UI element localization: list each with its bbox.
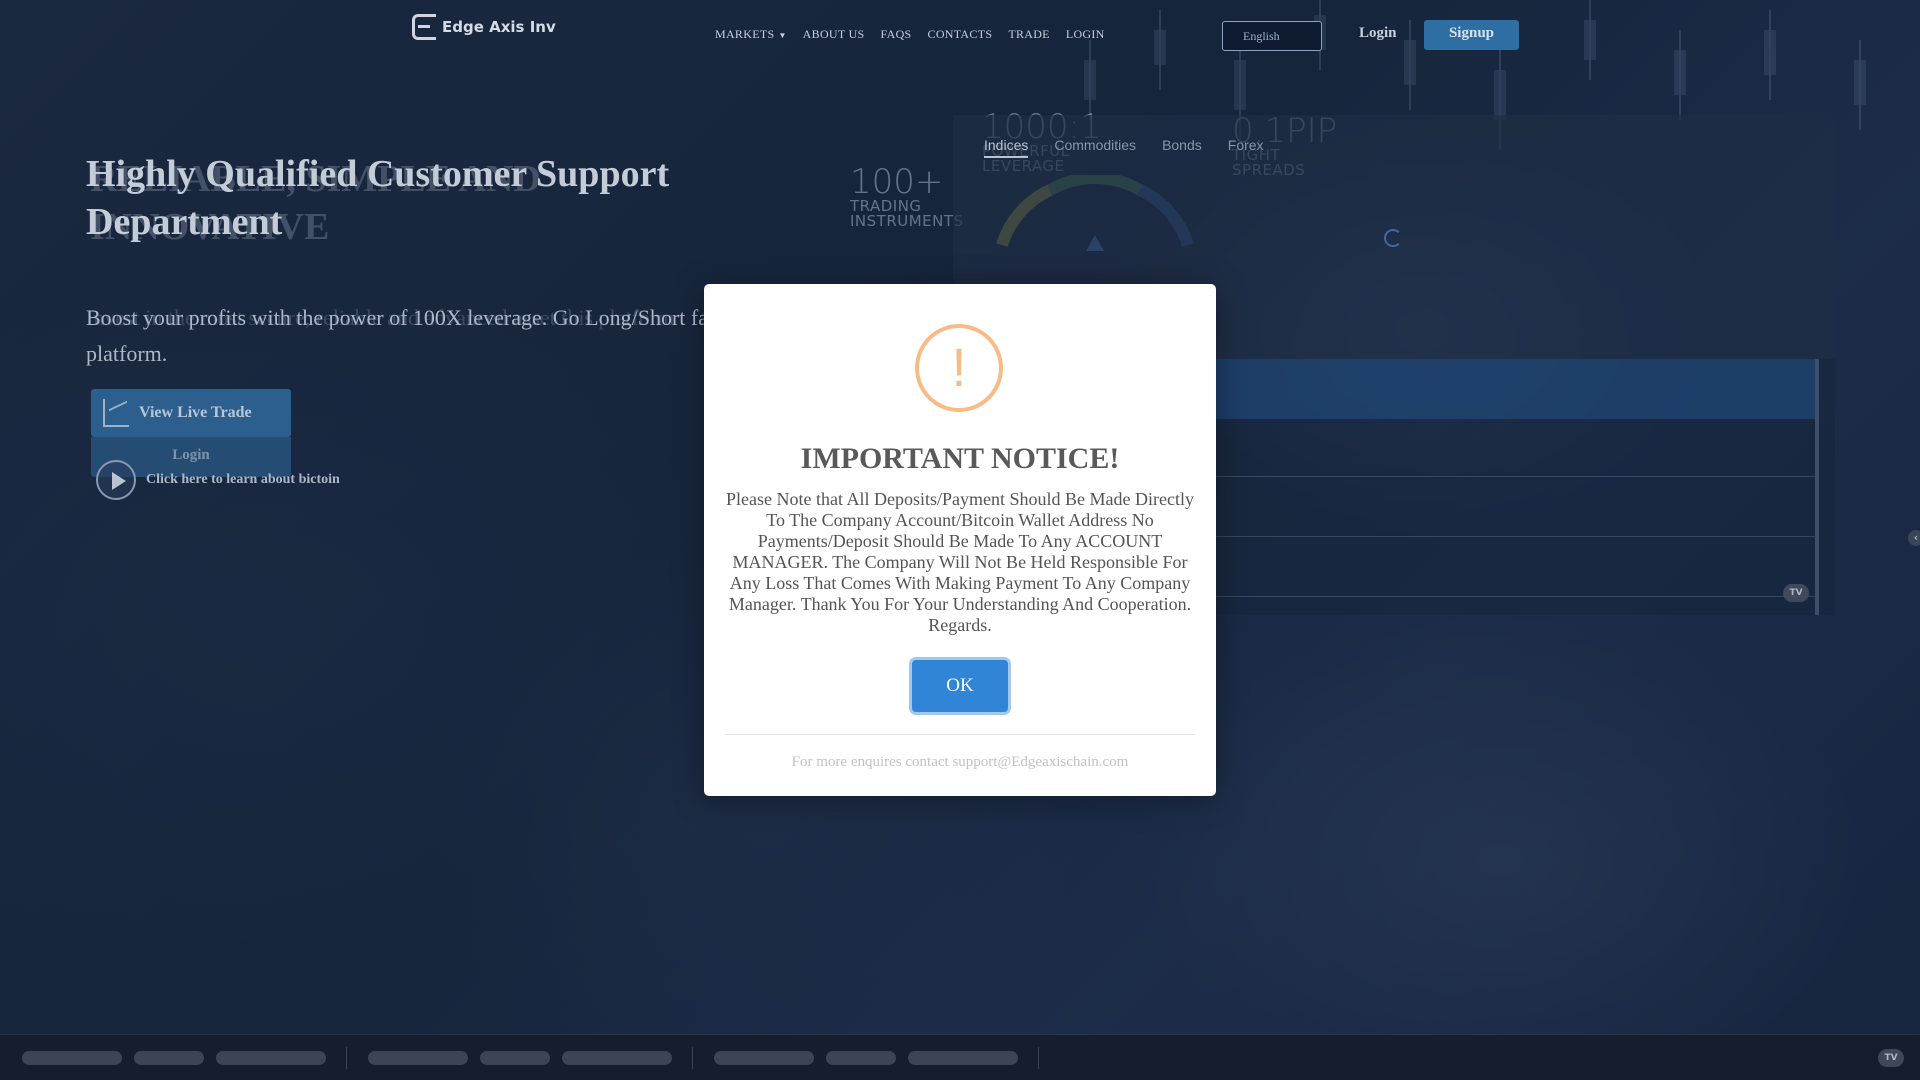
ticker-placeholder xyxy=(908,1051,1018,1065)
widget-scrollbar[interactable] xyxy=(1815,359,1819,615)
nav-link-login[interactable]: LOGIN xyxy=(1066,27,1105,42)
ticker-placeholder xyxy=(368,1051,468,1065)
ticker-separator xyxy=(346,1047,347,1069)
play-icon xyxy=(96,460,136,500)
ticker-tape-widget: TV xyxy=(0,1034,1920,1080)
logo-icon xyxy=(412,14,436,40)
learn-bitcoin-label: Click here to learn about bictoin xyxy=(146,472,340,487)
loading-spinner-icon xyxy=(1384,229,1402,247)
side-panel-toggle-icon[interactable]: ‹ xyxy=(1908,530,1920,546)
tradingview-logo-icon[interactable]: TV xyxy=(1783,584,1809,602)
dialog-footer-contact: For more enquires contact support@Edgeax… xyxy=(791,754,1129,770)
dialog-title: IMPORTANT NOTICE! xyxy=(800,442,1120,475)
ticker-separator xyxy=(692,1047,693,1069)
chevron-down-icon: ▼ xyxy=(778,31,787,40)
nav-link-faqs[interactable]: FAQS xyxy=(881,27,912,42)
dialog-message: Please Note that All Deposits/Payment Sh… xyxy=(726,489,1194,635)
nav-link-trade[interactable]: TRADE xyxy=(1008,27,1050,42)
ticker-placeholder xyxy=(216,1051,326,1065)
tab-bonds[interactable]: Bonds xyxy=(1162,137,1202,158)
nav-link-contacts[interactable]: CONTACTS xyxy=(928,27,993,42)
important-notice-dialog: ! IMPORTANT NOTICE! Please Note that All… xyxy=(704,284,1216,796)
tab-forex[interactable]: Forex xyxy=(1228,137,1264,158)
tab-indices[interactable]: Indices xyxy=(984,137,1029,158)
header-login-link[interactable]: Login xyxy=(1359,25,1397,42)
view-live-trade-label: View Live Trade xyxy=(139,404,252,421)
nav-links: MARKETS ▼ ABOUT US FAQS CONTACTS TRADE LO… xyxy=(715,27,1105,42)
widget-tabs: Indices Commodities Bonds Forex xyxy=(984,137,1264,158)
hero-title: Highly Qualified Customer Support Depart… xyxy=(86,153,670,243)
stat-trading-instruments: 100+ TRADING INSTRUMENTS xyxy=(850,165,964,229)
brand-logo[interactable]: Edge Axis Inv xyxy=(412,14,556,40)
ticker-placeholder xyxy=(826,1051,896,1065)
stat-instruments-value: 100+ xyxy=(850,162,944,202)
ticker-separator xyxy=(1038,1047,1039,1069)
top-navbar: Edge Axis Inv MARKETS ▼ ABOUT US FAQS CON… xyxy=(0,0,1920,70)
dialog-divider xyxy=(725,734,1195,735)
ok-button[interactable]: OK xyxy=(912,660,1008,712)
language-select[interactable]: English xyxy=(1222,21,1322,51)
nav-link-about-us[interactable]: ABOUT US xyxy=(803,27,865,42)
ticker-placeholder xyxy=(134,1051,204,1065)
signup-button[interactable]: Signup xyxy=(1424,20,1519,50)
ticker-placeholder xyxy=(22,1051,122,1065)
brand-name: Edge Axis Inv xyxy=(442,18,556,36)
ticker-placeholder xyxy=(714,1051,814,1065)
ticker-placeholder xyxy=(562,1051,672,1065)
tab-commodities[interactable]: Commodities xyxy=(1054,137,1136,158)
stat-instruments-label-2: INSTRUMENTS xyxy=(850,212,964,230)
chart-growth-icon xyxy=(103,399,129,427)
tradingview-logo-icon[interactable]: TV xyxy=(1878,1049,1904,1067)
view-live-trade-button[interactable]: View Live Trade xyxy=(91,389,291,437)
ticker-placeholder xyxy=(480,1051,550,1065)
learn-bitcoin-link[interactable]: Click here to learn about bictoin xyxy=(96,460,340,500)
hero-subtitle: Boost your profits with the power of 100… xyxy=(86,305,723,366)
warning-exclamation-icon: ! xyxy=(915,324,1003,412)
nav-link-markets[interactable]: MARKETS ▼ xyxy=(715,27,787,42)
